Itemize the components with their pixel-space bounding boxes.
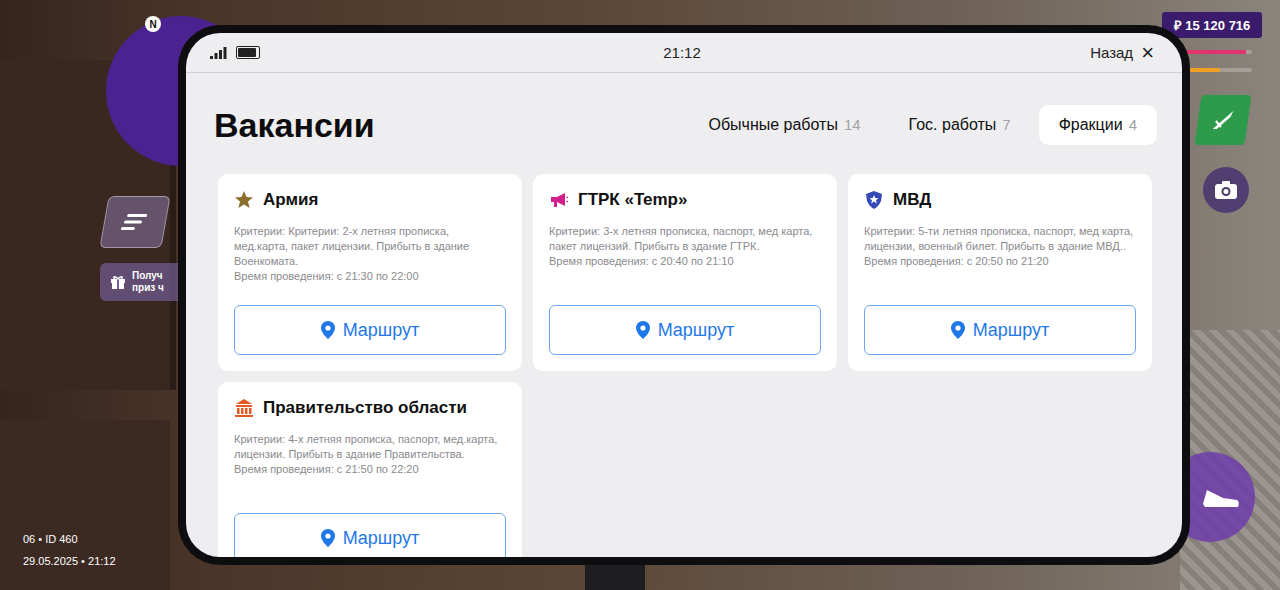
- sneaker-icon: [1201, 482, 1241, 512]
- card-time: Время проведения: с 20:50 по 21:20: [864, 254, 1136, 269]
- weapon-button[interactable]: [1194, 95, 1251, 145]
- route-label: Маршрут: [658, 320, 735, 341]
- menu-button[interactable]: [99, 196, 170, 248]
- signal-icon: [210, 47, 228, 59]
- status-bar: 21:12 Назад ×: [186, 33, 1182, 73]
- gift-label: Получ: [132, 270, 164, 282]
- vacancy-list: Армия Критерии: Критерии: 2-х летняя про…: [186, 174, 1182, 557]
- game-scene: N Получприз ч ₽ 15 120 716 06 • ID 460 2…: [0, 0, 1280, 590]
- card-title: Правительство области: [263, 398, 467, 418]
- route-button[interactable]: Маршрут: [234, 305, 506, 355]
- card-criteria: Критерии: 4-х летняя прописка, паспорт, …: [234, 432, 506, 462]
- pin-icon: [636, 321, 650, 339]
- vacancy-card: Армия Критерии: Критерии: 2-х летняя про…: [218, 174, 522, 371]
- tab-count: 7: [1002, 116, 1010, 133]
- card-criteria: Критерии: Критерии: 2-х летняя прописка,…: [234, 224, 506, 269]
- player-line: 06 • ID 460: [23, 532, 116, 546]
- pin-icon: [951, 321, 965, 339]
- card-time: Время проведения: с 21:50 по 22:20: [234, 462, 506, 477]
- government-building-icon: [234, 398, 254, 418]
- page-title: Вакансии: [214, 106, 375, 145]
- clock: 21:12: [663, 44, 701, 61]
- camera-icon: [1214, 180, 1238, 200]
- card-time: Время проведения: с 21:30 по 22:00: [234, 269, 506, 284]
- close-icon[interactable]: ×: [1141, 42, 1154, 64]
- pin-icon: [321, 529, 335, 547]
- tab[interactable]: Фракции 4: [1039, 105, 1157, 145]
- player-info: 06 • ID 460 29.05.2025 • 21:12: [23, 532, 116, 568]
- card-title: МВД: [893, 190, 931, 210]
- tab[interactable]: Гос. работы 7: [889, 105, 1031, 145]
- battery-icon: [236, 46, 260, 59]
- money-display: ₽ 15 120 716: [1162, 12, 1262, 38]
- tab-label: Обычные работы: [708, 116, 837, 134]
- card-criteria: Критерии: 5-ти летняя прописка, паспорт,…: [864, 224, 1136, 254]
- card-title: Армия: [263, 190, 318, 210]
- shield-icon: [864, 190, 884, 210]
- card-time: Время проведения: с 20:40 по 21:10: [549, 254, 821, 269]
- phone-screen: 21:12 Назад × Вакансии Обычные работы 14…: [186, 33, 1182, 557]
- route-label: Маршрут: [343, 528, 420, 549]
- back-button[interactable]: Назад ×: [1014, 42, 1154, 64]
- compass: N: [145, 16, 161, 32]
- card-title: ГТРК «Temp»: [578, 190, 687, 210]
- tab-label: Фракции: [1059, 116, 1123, 134]
- pin-icon: [321, 321, 335, 339]
- megaphone-icon: [549, 190, 569, 210]
- tab-count: 4: [1129, 116, 1137, 133]
- datetime: 29.05.2025 • 21:12: [23, 554, 116, 568]
- vacancy-card: Правительство области Критерии: 4-х летн…: [218, 382, 522, 557]
- route-button[interactable]: Маршрут: [234, 513, 506, 557]
- knife-icon: [1208, 107, 1238, 133]
- tab-label: Гос. работы: [909, 116, 997, 134]
- tabs: Обычные работы 14Гос. работы 7Фракции 4: [688, 105, 1157, 145]
- route-label: Маршрут: [973, 320, 1050, 341]
- phone: 21:12 Назад × Вакансии Обычные работы 14…: [178, 25, 1190, 565]
- menu-icon: [120, 212, 150, 232]
- star-icon: [234, 190, 254, 210]
- gift-label: приз ч: [132, 282, 164, 294]
- tab[interactable]: Обычные работы 14: [688, 105, 880, 145]
- route-label: Маршрут: [343, 320, 420, 341]
- route-button[interactable]: Маршрут: [549, 305, 821, 355]
- route-button[interactable]: Маршрут: [864, 305, 1136, 355]
- card-criteria: Критерии: 3-х летняя прописка, паспорт, …: [549, 224, 821, 254]
- tab-count: 14: [844, 116, 861, 133]
- gift-icon: [110, 274, 126, 290]
- vacancy-card: МВД Критерии: 5-ти летняя прописка, пасп…: [848, 174, 1152, 371]
- camera-button[interactable]: [1203, 167, 1249, 213]
- vacancy-card: ГТРК «Temp» Критерии: 3-х летняя прописк…: [533, 174, 837, 371]
- back-label: Назад: [1090, 44, 1133, 61]
